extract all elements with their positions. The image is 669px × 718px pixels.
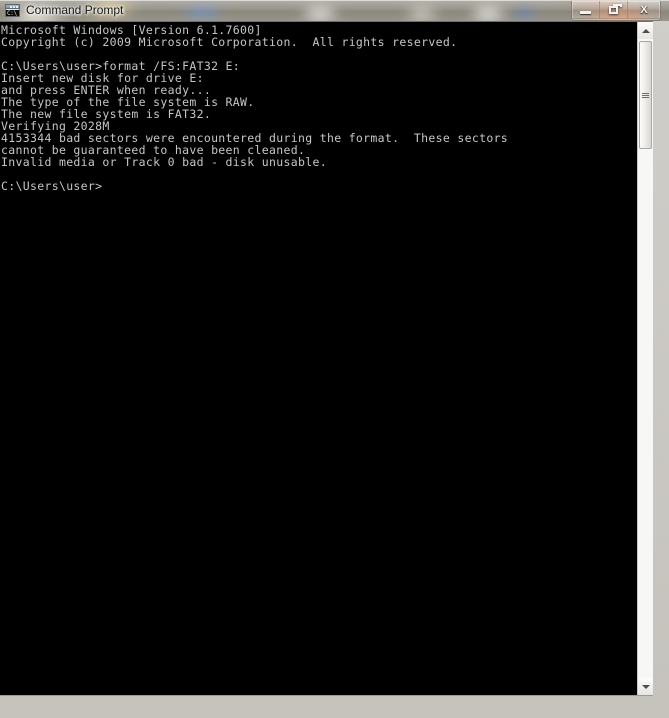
scroll-down-arrow-icon [641,684,650,689]
window-controls: X [571,1,661,21]
minimize-icon [572,1,599,18]
title-bar-highlight [0,0,669,1]
command-prompt-window: C:\_ Command Prompt X Microsoft Windows … [0,0,669,718]
restore-icon [600,1,627,18]
minimize-button[interactable] [572,1,600,18]
icon-titlebar [6,5,19,9]
scrollbar-grip-icon [642,92,649,98]
scroll-up-button[interactable] [638,22,653,39]
window-frame: Microsoft Windows [Version 6.1.7600] Cop… [0,21,669,718]
console-output-area[interactable]: Microsoft Windows [Version 6.1.7600] Cop… [0,22,637,695]
scrollbar-track[interactable] [638,39,653,678]
scroll-down-button[interactable] [638,678,653,695]
restore-button[interactable] [600,1,628,18]
window-client-area: Microsoft Windows [Version 6.1.7600] Cop… [0,21,653,696]
vertical-scrollbar[interactable] [637,22,653,695]
scroll-up-arrow-icon [641,28,650,33]
icon-prompt-text: C:\_ [6,10,20,17]
command-prompt-icon[interactable]: C:\_ [5,4,20,17]
close-icon: X [640,3,648,16]
close-button[interactable]: X [628,1,660,18]
window-title: Command Prompt [26,3,124,17]
scrollbar-thumb[interactable] [639,41,652,149]
console-text: Microsoft Windows [Version 6.1.7600] Cop… [1,23,509,193]
title-bar[interactable]: C:\_ Command Prompt X [0,0,669,21]
